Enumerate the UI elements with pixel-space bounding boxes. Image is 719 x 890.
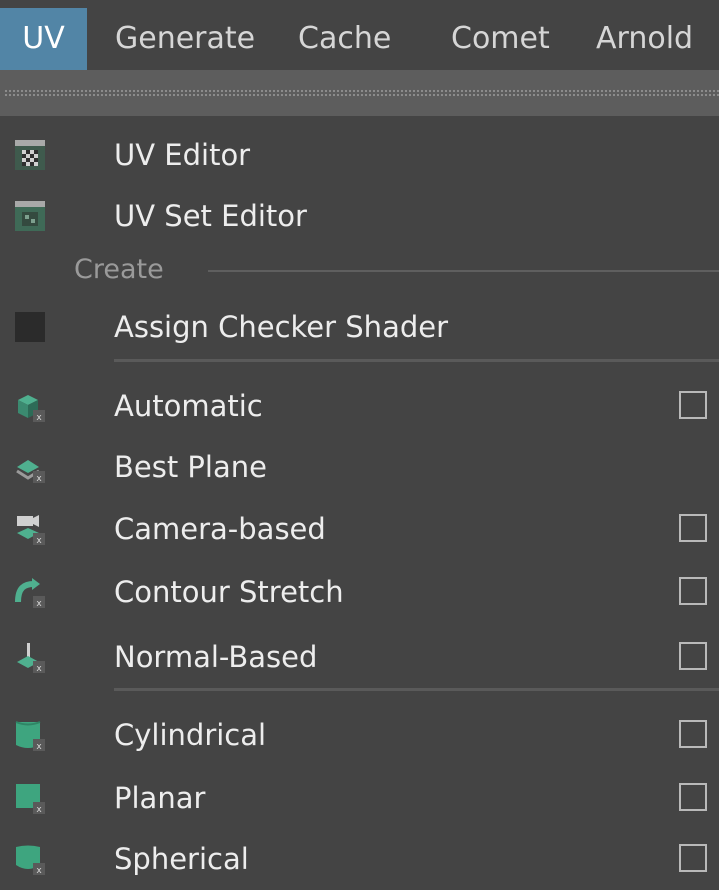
menu-item-uv-editor[interactable]: UV Editor <box>0 124 719 186</box>
menubar-uv[interactable]: UV <box>0 8 87 70</box>
automatic-mapping-icon: x <box>18 395 45 422</box>
menu-item-label: Cylindrical <box>114 718 267 752</box>
menu-item-label: UV Set Editor <box>114 199 307 233</box>
tear-off-handle <box>4 89 719 97</box>
best-plane-icon: x <box>16 460 45 483</box>
section-header-create: Create <box>74 248 719 292</box>
menu-item-best-plane[interactable]: x Best Plane <box>0 436 719 498</box>
spherical-icon: x <box>16 845 45 875</box>
menu-item-uv-set-editor[interactable]: UV Set Editor <box>0 185 719 247</box>
option-box-icon[interactable] <box>679 783 707 811</box>
svg-text:x: x <box>36 664 42 673</box>
section-label: Create <box>74 254 164 285</box>
option-box-icon[interactable] <box>679 577 707 605</box>
option-box-icon[interactable] <box>679 720 707 748</box>
uv-editor-icon <box>15 140 45 170</box>
camera-based-icon: x <box>17 515 45 545</box>
section-divider <box>208 270 719 272</box>
menubar-comet[interactable]: Comet <box>451 8 550 70</box>
menu-item-normal-based[interactable]: x Normal-Based <box>0 626 719 688</box>
option-box-icon[interactable] <box>679 844 707 872</box>
menubar-arnold[interactable]: Arnold <box>596 8 693 70</box>
svg-text:x: x <box>36 599 42 608</box>
menu-item-label: Automatic <box>114 389 263 423</box>
svg-text:x: x <box>36 742 42 751</box>
menu-item-camera-based[interactable]: x Camera-based <box>0 498 719 560</box>
uv-set-editor-icon <box>15 201 45 231</box>
menu-separator <box>114 688 719 691</box>
menu-item-label: Contour Stretch <box>114 575 344 609</box>
normal-based-icon: x <box>17 643 45 673</box>
svg-text:x: x <box>36 474 42 483</box>
menu-item-label: UV Editor <box>114 138 251 172</box>
svg-text:x: x <box>36 536 42 545</box>
menu-item-spherical[interactable]: x Spherical <box>0 828 719 890</box>
svg-text:x: x <box>36 805 42 814</box>
svg-text:x: x <box>36 866 42 875</box>
menu-item-cylindrical[interactable]: x Cylindrical <box>0 704 719 766</box>
menu-item-label: Normal-Based <box>114 640 318 674</box>
tear-off-bar[interactable] <box>0 70 719 116</box>
planar-icon: x <box>16 784 45 814</box>
menu-item-label: Assign Checker Shader <box>114 310 449 344</box>
svg-text:x: x <box>36 413 42 422</box>
menu-bar: UV Generate Cache Comet Arnold <box>0 0 719 70</box>
menu-item-label: Best Plane <box>114 450 267 484</box>
menubar-generate[interactable]: Generate <box>115 8 255 70</box>
option-box-icon[interactable] <box>679 514 707 542</box>
menu-item-automatic[interactable]: x Automatic <box>0 375 719 437</box>
menubar-cache[interactable]: Cache <box>298 8 391 70</box>
option-box-icon[interactable] <box>679 642 707 670</box>
menu-item-label: Planar <box>114 781 206 815</box>
menu-separator <box>114 359 719 362</box>
menu-item-planar[interactable]: x Planar <box>0 767 719 829</box>
menu-item-contour-stretch[interactable]: x Contour Stretch <box>0 561 719 623</box>
contour-stretch-icon: x <box>15 578 45 608</box>
menu-item-label: Spherical <box>114 842 249 876</box>
menu-item-label: Camera-based <box>114 512 326 546</box>
checker-shader-icon <box>15 312 45 342</box>
option-box-icon[interactable] <box>679 391 707 419</box>
cylindrical-icon: x <box>15 721 45 751</box>
menu-item-assign-checker-shader[interactable]: Assign Checker Shader <box>0 296 719 358</box>
